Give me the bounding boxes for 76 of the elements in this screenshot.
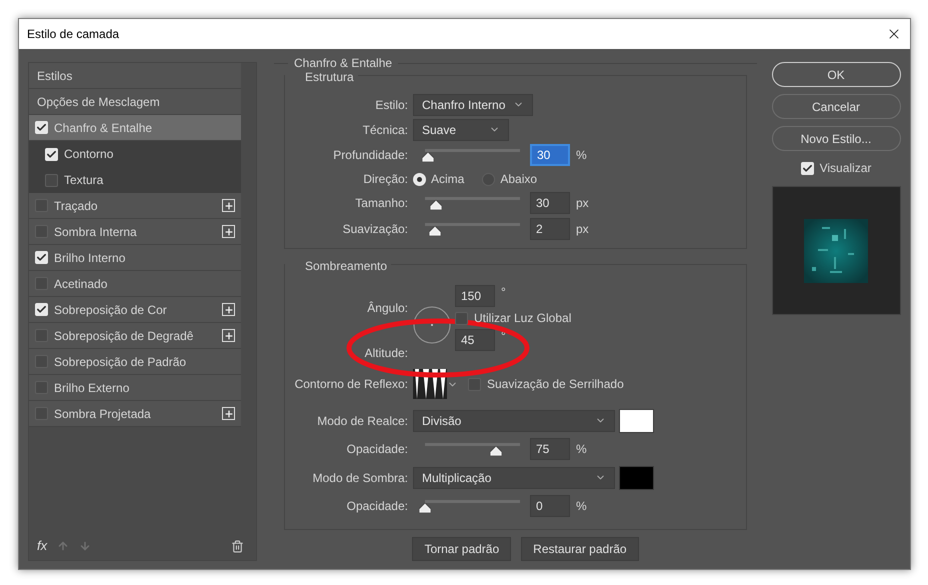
style-item[interactable]: Chanfro & Entalhe xyxy=(29,115,241,141)
add-icon[interactable] xyxy=(222,303,235,316)
style-subitem[interactable]: Contorno xyxy=(29,141,241,167)
checkbox[interactable] xyxy=(45,148,58,160)
field-label: Opacidade: xyxy=(346,441,409,458)
style-item[interactable]: Acetinado xyxy=(29,271,241,297)
style-item[interactable]: Sombra Interna xyxy=(29,219,241,245)
value-field[interactable]: 45 xyxy=(455,329,495,351)
angle-dial[interactable] xyxy=(413,306,451,344)
radio-button[interactable] xyxy=(413,172,426,186)
style-item[interactable]: Opções de Mesclagem xyxy=(29,89,241,115)
add-icon[interactable] xyxy=(222,407,235,420)
action-button[interactable]: Tornar padrão xyxy=(412,537,512,561)
field-label: Contorno de Reflexo: xyxy=(294,376,409,393)
style-item[interactable]: Sobreposição de Padrão xyxy=(29,349,241,375)
field-label: Tamanho: xyxy=(354,195,409,212)
field-label: Altitude: xyxy=(364,345,408,362)
dialog-button[interactable]: OK xyxy=(772,62,900,87)
field-label: Profundidade: xyxy=(332,147,409,164)
dialog-button[interactable]: Cancelar xyxy=(772,94,900,119)
fx-button[interactable]: fx xyxy=(37,536,48,556)
style-subitem[interactable]: Textura xyxy=(29,167,241,193)
style-item[interactable]: Traçado xyxy=(29,193,241,219)
style-item[interactable]: Estilos xyxy=(29,63,241,89)
slider-thumb[interactable] xyxy=(419,503,431,513)
style-item[interactable]: Sobreposição de Degradê xyxy=(29,323,241,349)
checkbox-label: Utilizar Luz Global xyxy=(474,310,572,327)
style-item[interactable]: Sombra Projetada xyxy=(29,401,241,427)
checkbox[interactable] xyxy=(35,121,48,134)
action-button[interactable]: Restaurar padrão xyxy=(521,537,639,561)
add-icon[interactable] xyxy=(222,225,235,238)
field-label: Modo de Sombra: xyxy=(312,470,409,486)
value-field[interactable]: 30 xyxy=(530,192,570,214)
unit-label: % xyxy=(576,147,587,164)
delete-icon[interactable] xyxy=(231,540,244,552)
checkbox-label: Suavização de Serrilhado xyxy=(487,376,624,393)
unit-label: ° xyxy=(501,284,506,301)
value-field[interactable]: 2 xyxy=(530,218,570,240)
unit-label: px xyxy=(576,221,589,238)
field-label: Suavização: xyxy=(342,221,409,238)
checkbox[interactable] xyxy=(800,162,814,174)
unit-label: % xyxy=(576,498,587,515)
value-field[interactable]: 150 xyxy=(455,285,495,307)
field-label: Ângulo: xyxy=(367,300,408,317)
color-swatch[interactable] xyxy=(619,466,654,490)
field-label: Técnica: xyxy=(362,122,409,138)
field-label: Direção: xyxy=(362,171,409,188)
dialog-button[interactable]: Novo Estilo... xyxy=(772,126,900,151)
radio-label: Acima xyxy=(431,171,464,188)
style-item[interactable]: Sobreposição de Cor xyxy=(29,297,241,323)
color-swatch[interactable] xyxy=(619,408,654,432)
value-field[interactable]: 75 xyxy=(530,438,570,460)
style-item[interactable]: Brilho Interno xyxy=(29,245,241,271)
unit-label: px xyxy=(576,195,589,212)
value-field[interactable]: 0 xyxy=(530,495,570,517)
checkbox[interactable] xyxy=(468,378,481,390)
field-label: Opacidade: xyxy=(346,498,409,515)
dropdown[interactable]: Suave xyxy=(413,118,509,140)
slider-thumb[interactable] xyxy=(422,152,434,162)
dropdown[interactable]: Chanfro Interno xyxy=(413,94,533,116)
checkbox[interactable] xyxy=(35,251,48,264)
add-icon[interactable] xyxy=(222,199,235,212)
radio-label: Abaixo xyxy=(500,171,538,188)
dropdown[interactable]: Multiplicação xyxy=(413,466,615,488)
add-icon[interactable] xyxy=(222,329,235,342)
field-label: Modo de Realce: xyxy=(316,412,409,430)
checkbox[interactable] xyxy=(45,174,58,186)
checkbox[interactable] xyxy=(35,303,48,316)
field-label: Estilo: xyxy=(374,96,409,114)
style-item[interactable]: Brilho Externo xyxy=(29,375,241,401)
checkbox-label: Visualizar xyxy=(820,160,872,177)
dropdown[interactable]: Divisão xyxy=(413,410,615,432)
value-field[interactable]: 30 xyxy=(530,144,570,166)
checkbox[interactable] xyxy=(455,312,468,324)
unit-label: % xyxy=(576,441,587,458)
window-title: Estilo de camada xyxy=(27,26,120,43)
